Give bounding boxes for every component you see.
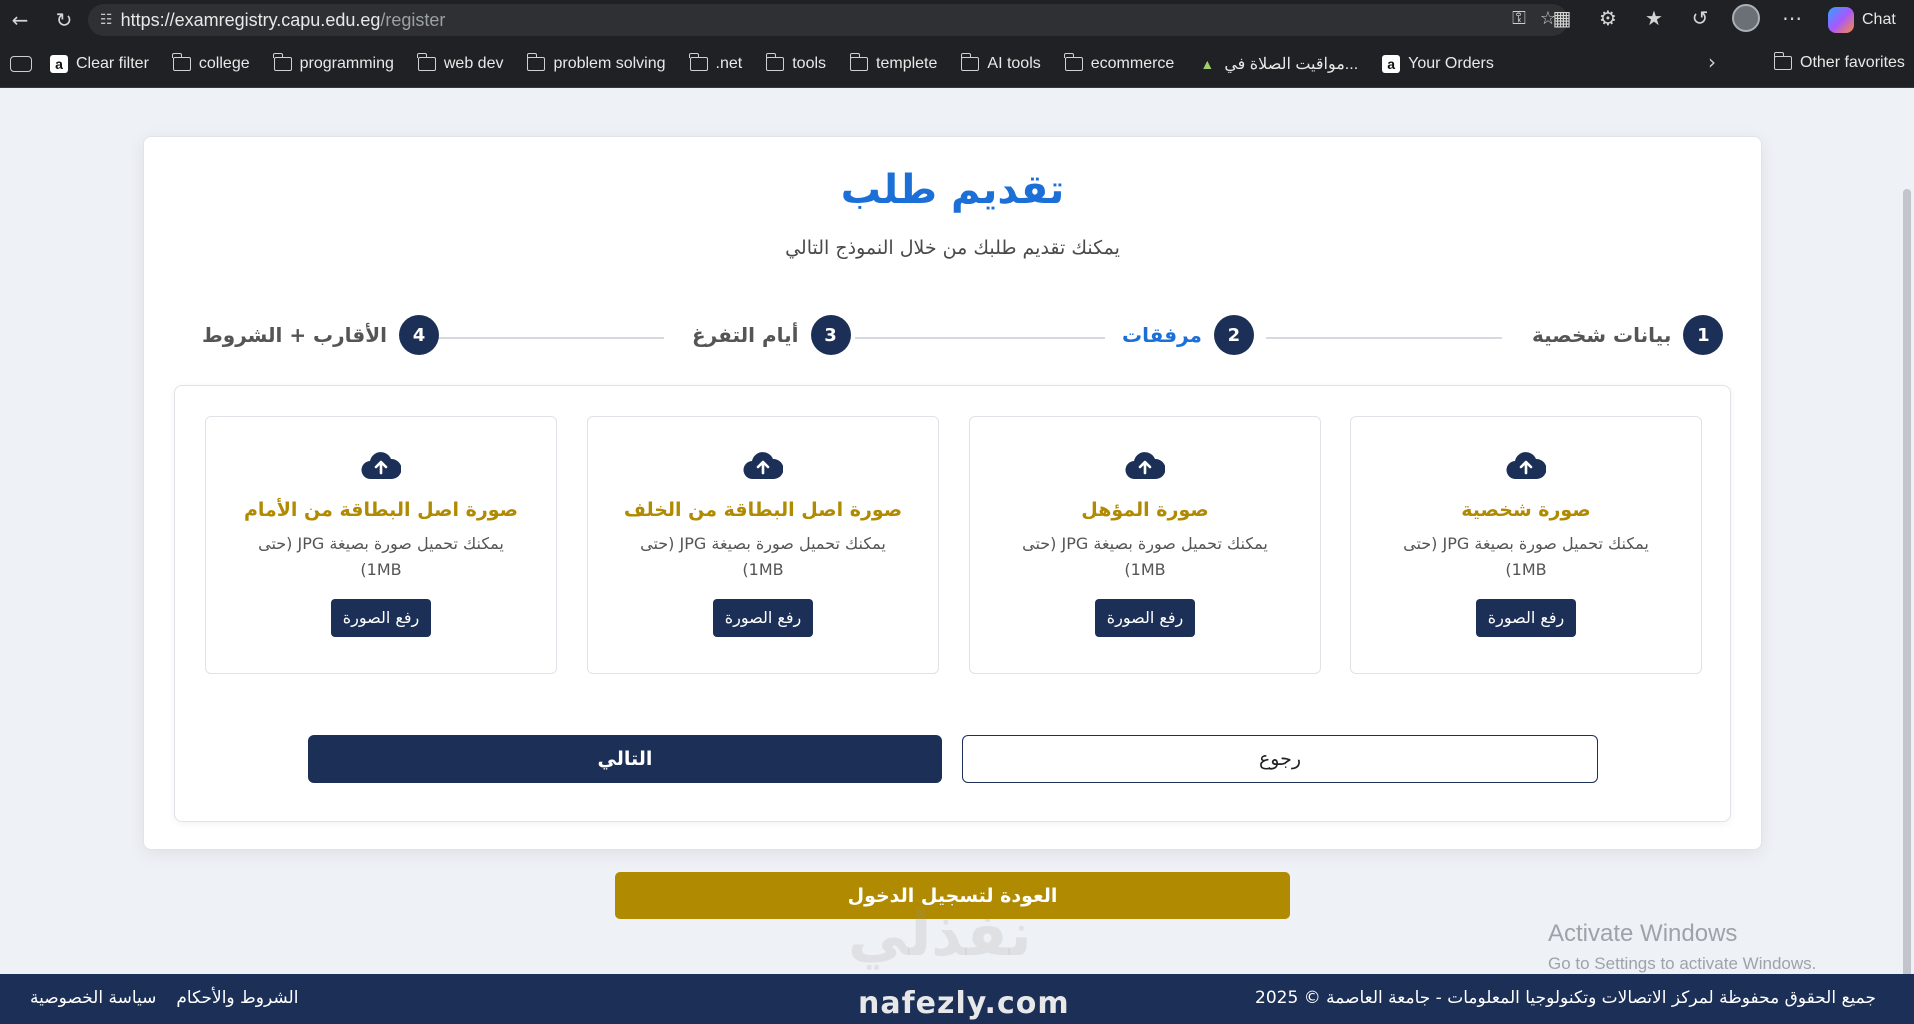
stepper: 1 بيانات شخصية 2 مرفقات 3 أيام التفرغ 4 … xyxy=(144,315,1761,359)
upload-id-front-photo: صورة اصل البطاقة من الأمام يمكنك تحميل ص… xyxy=(205,416,557,674)
folder-icon xyxy=(849,52,869,71)
upload-description: يمكنك تحميل صورة بصيغة JPG (حتى 1MB) xyxy=(640,534,886,579)
folder-icon xyxy=(960,52,980,71)
amazon-icon: a xyxy=(1382,54,1401,73)
extensions-icon[interactable]: ⚙ xyxy=(1594,4,1622,32)
scrollbar-thumb[interactable] xyxy=(1903,189,1911,1024)
footer-links: الشروط والأحكام سياسة الخصوصية xyxy=(30,988,298,1008)
step-connector xyxy=(424,337,664,339)
url-text: https://examregistry.capu.edu.eg/registe… xyxy=(120,9,446,30)
page-title: تقديم طلب xyxy=(840,167,1065,213)
upload-image-button[interactable]: رفع الصورة xyxy=(712,599,814,637)
mosque-icon: ▲ xyxy=(1200,55,1215,72)
attachments-panel: صورة شخصية يمكنك تحميل صورة بصيغة JPG (ح… xyxy=(174,385,1731,822)
application-card: تقديم طلب يمكنك تقديم طلبك من خلال النمو… xyxy=(143,136,1762,850)
bookmark-college[interactable]: college xyxy=(161,49,262,79)
step-number: 2 xyxy=(1213,315,1254,355)
reload-icon[interactable]: ↻ xyxy=(50,6,78,34)
key-icon[interactable]: ⚿ xyxy=(1512,8,1526,29)
upload-title: صورة اصل البطاقة من الخلف xyxy=(623,499,903,521)
upload-description: يمكنك تحميل صورة بصيغة JPG (حتى 1MB) xyxy=(258,534,504,579)
cloud-upload-icon xyxy=(361,451,401,481)
bookmark-prayer-times[interactable]: ▲ مواقيت الصلاة في... xyxy=(1186,49,1370,79)
upload-title: صورة المؤهل xyxy=(1081,499,1209,521)
upload-image-button[interactable]: رفع الصورة xyxy=(1094,599,1196,637)
back-button[interactable]: رجوع xyxy=(962,735,1598,783)
bookmark-templete[interactable]: templete xyxy=(838,49,949,79)
cloud-upload-icon xyxy=(1125,451,1165,481)
bookmark-problem-solving[interactable]: problem solving xyxy=(515,49,677,79)
profile-avatar[interactable] xyxy=(1732,4,1760,32)
qr-code-icon[interactable]: ▦ xyxy=(1548,4,1576,32)
bookmark-ai-tools[interactable]: AI tools xyxy=(949,49,1052,79)
bookmarks-bar: a Clear filter college programming web de… xyxy=(0,40,1914,88)
cloud-upload-icon xyxy=(743,451,783,481)
bookmark-programming[interactable]: programming xyxy=(262,49,406,79)
step-label: الأقارب + الشروط xyxy=(202,323,388,347)
upload-image-button[interactable]: رفع الصورة xyxy=(330,599,432,637)
folder-icon xyxy=(417,52,436,71)
back-arrow-icon[interactable]: ← xyxy=(6,6,34,34)
bookmark-your-orders[interactable]: a Your Orders xyxy=(1370,49,1506,79)
favorites-icon[interactable]: ★ xyxy=(1640,4,1668,32)
step-label: مرفقات xyxy=(1122,323,1202,347)
step-relatives-terms[interactable]: 4 الأقارب + الشروط xyxy=(202,315,440,355)
site-info-icon[interactable]: ☷ xyxy=(100,12,113,28)
bookmark-tools[interactable]: tools xyxy=(754,49,838,79)
watermark-english: nafezly.com xyxy=(858,986,1070,1021)
folder-icon xyxy=(273,52,292,71)
address-bar[interactable]: ☷ https://examregistry.capu.edu.eg/regis… xyxy=(88,4,1568,36)
browser-toolbar: ← ↻ ☷ https://examregistry.capu.edu.eg/r… xyxy=(0,0,1914,40)
bookmark-clear-filter[interactable]: a Clear filter xyxy=(38,49,161,79)
amazon-icon: a xyxy=(50,54,68,73)
upload-image-button[interactable]: رفع الصورة xyxy=(1475,599,1577,637)
step-number: 4 xyxy=(399,315,440,355)
footer-copyright: جميع الحقوق محفوظة لمركز الاتصالات وتكنو… xyxy=(1255,988,1876,1008)
folder-icon xyxy=(765,52,785,71)
step-personal-data[interactable]: 1 بيانات شخصية xyxy=(1532,315,1724,355)
bookmark-dotnet[interactable]: .net xyxy=(678,49,755,79)
folder-icon xyxy=(1064,52,1083,71)
step-number: 3 xyxy=(810,315,851,355)
step-label: بيانات شخصية xyxy=(1532,323,1672,347)
bookmark-ecommerce[interactable]: ecommerce xyxy=(1053,49,1187,79)
history-icon[interactable]: ↺ xyxy=(1686,4,1714,32)
chat-button[interactable]: Chat xyxy=(1828,6,1896,34)
upload-title: صورة اصل البطاقة من الأمام xyxy=(243,499,519,521)
scrollbar[interactable] xyxy=(1900,89,1914,1024)
upload-personal-photo: صورة شخصية يمكنك تحميل صورة بصيغة JPG (ح… xyxy=(1350,416,1702,674)
bookmark-other-favorites[interactable]: Other favorites xyxy=(1762,48,1914,78)
step-connector xyxy=(855,337,1105,339)
upload-qualification-photo: صورة المؤهل يمكنك تحميل صورة بصيغة JPG (… xyxy=(969,416,1321,674)
upload-id-back-photo: صورة اصل البطاقة من الخلف يمكنك تحميل صو… xyxy=(587,416,939,674)
folder-icon xyxy=(689,52,708,71)
watermark-arabic: نفذلي xyxy=(848,900,1032,970)
step-attachments[interactable]: 2 مرفقات xyxy=(1122,315,1254,355)
terms-link[interactable]: الشروط والأحكام xyxy=(176,988,298,1008)
more-menu-icon[interactable]: ⋯ xyxy=(1778,4,1806,32)
cloud-upload-icon xyxy=(1506,451,1546,481)
chevron-right-icon[interactable]: › xyxy=(1708,50,1716,74)
next-button[interactable]: التالي xyxy=(308,735,942,783)
step-free-days[interactable]: 3 أيام التفرغ xyxy=(692,315,851,355)
page-subtitle: يمكنك تقديم طلبك من خلال النموذج التالي xyxy=(785,237,1120,259)
upload-description: يمكنك تحميل صورة بصيغة JPG (حتى 1MB) xyxy=(1403,534,1649,579)
folder-icon xyxy=(526,52,546,71)
copilot-icon xyxy=(1828,7,1854,33)
bookmark-web-dev[interactable]: web dev xyxy=(406,49,516,79)
step-connector xyxy=(1266,337,1502,339)
folder-icon xyxy=(1773,52,1792,70)
upload-title: صورة شخصية xyxy=(1461,499,1591,521)
activate-windows-notice: Activate Windows Go to Settings to activ… xyxy=(1548,920,1817,973)
step-number: 1 xyxy=(1683,315,1724,355)
privacy-link[interactable]: سياسة الخصوصية xyxy=(30,988,156,1008)
upload-description: يمكنك تحميل صورة بصيغة JPG (حتى 1MB) xyxy=(1022,534,1268,579)
step-label: أيام التفرغ xyxy=(692,323,799,347)
folder-icon xyxy=(172,52,191,71)
tab-actions-icon[interactable] xyxy=(10,55,32,72)
